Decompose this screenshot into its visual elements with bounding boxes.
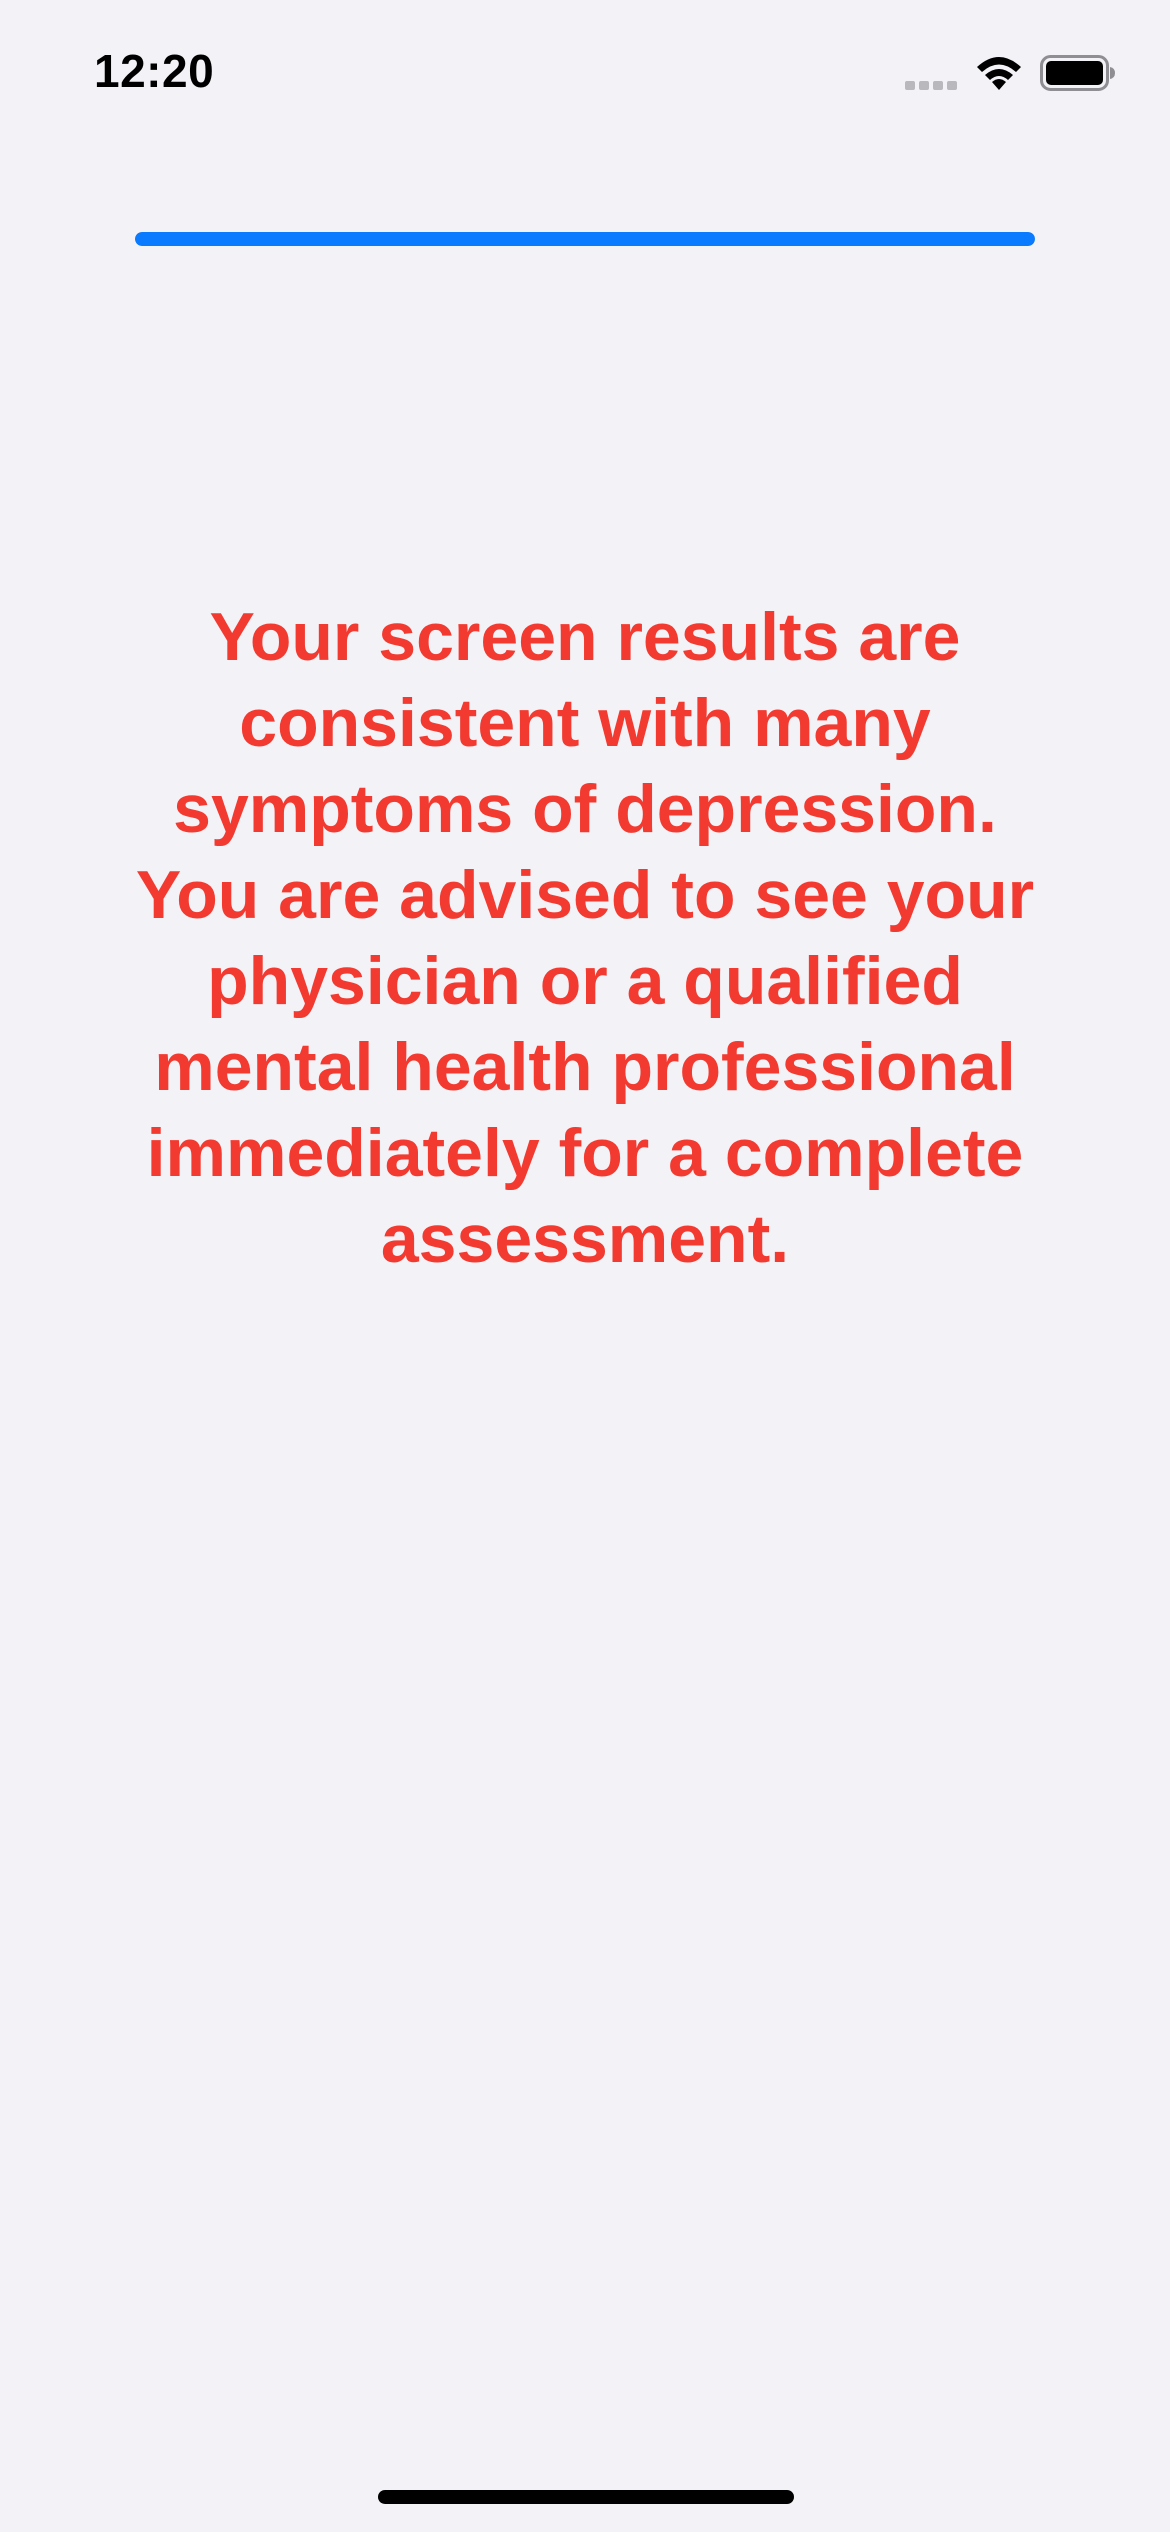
status-time: 12:20: [94, 45, 215, 97]
cellular-signal-icon: [905, 81, 957, 90]
battery-icon: [1040, 55, 1115, 91]
progress-bar-fill: [135, 232, 1035, 246]
home-indicator[interactable]: [378, 2490, 794, 2504]
result-message: Your screen results are consistent with …: [135, 599, 1035, 1277]
progress-bar: [135, 232, 1035, 246]
wifi-icon: [977, 57, 1021, 90]
status-bar: 12:20: [0, 0, 1170, 140]
